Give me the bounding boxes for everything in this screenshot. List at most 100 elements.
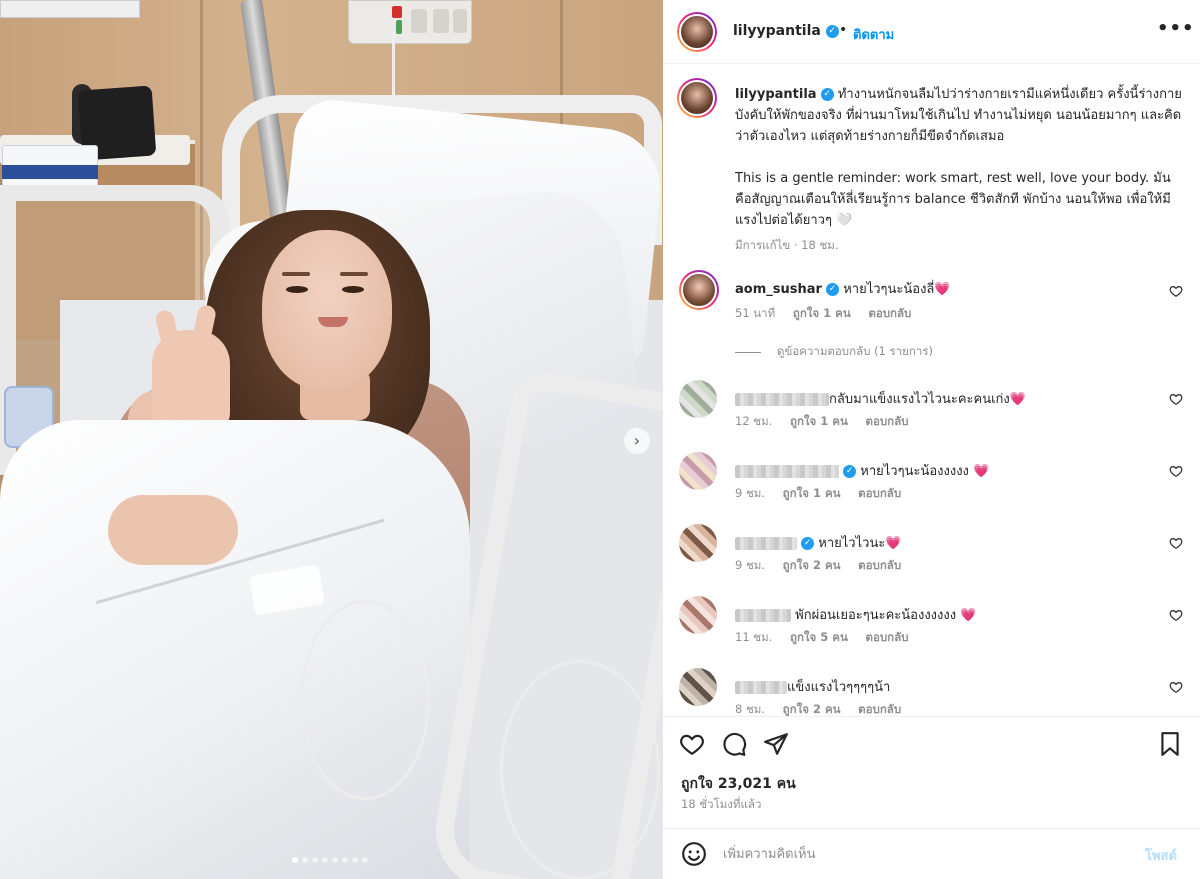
commenter-avatar[interactable] — [679, 524, 717, 562]
comment-likes[interactable]: ถูกใจ 1 คน — [793, 306, 851, 320]
emoji-smiley-icon[interactable] — [681, 841, 707, 867]
caption-avatar-ring[interactable] — [677, 78, 717, 118]
post-header: lilyypantila ✓ • ติดตาม ••• — [663, 0, 1200, 64]
blurred-username[interactable] — [735, 609, 791, 622]
carousel-dot[interactable] — [342, 857, 348, 863]
comment-body: กลับมาแข็งแรงไวไวนะคะคนเก่ง — [829, 392, 1010, 407]
commenter-avatar[interactable] — [679, 452, 717, 490]
carousel-dot[interactable] — [332, 857, 338, 863]
commenter-avatar-ring[interactable] — [679, 270, 719, 310]
outlet-red-indicator — [392, 6, 402, 18]
post-caption: lilyypantila ✓ ทำงานหนักจนลืมไปว่าร่างกา… — [735, 84, 1183, 256]
comment-body: แข็งแรงไวๆๆๆๆน้า — [787, 680, 891, 695]
like-comment-heart-icon[interactable] — [1169, 608, 1183, 622]
author-username[interactable]: lilyypantila ✓ — [733, 23, 839, 39]
face — [262, 230, 392, 390]
like-comment-heart-icon[interactable] — [1169, 284, 1183, 298]
commenter-username[interactable]: aom_sushar — [735, 282, 822, 297]
comment-meta: 9 ชม. ถูกใจ 1 คน ตอบกลับ — [735, 485, 915, 503]
author-avatar-ring[interactable] — [677, 12, 717, 52]
carousel-dot[interactable] — [322, 857, 328, 863]
blurred-username[interactable] — [735, 393, 829, 406]
comment-time[interactable]: 9 ชม. — [735, 558, 765, 572]
comment-time[interactable]: 12 ชม. — [735, 414, 772, 428]
medical-outlet-panel — [348, 0, 472, 44]
reply-button[interactable]: ตอบกลับ — [858, 486, 901, 500]
verified-badge-icon: ✓ — [801, 537, 815, 550]
post-actions: ถูกใจ 23,021 คน 18 ชั่วโมงที่แล้ว — [663, 716, 1200, 828]
comment-bubble-icon[interactable] — [721, 731, 747, 757]
comment-time[interactable]: 51 นาที — [735, 306, 775, 320]
reply-button[interactable]: ตอบกลับ — [866, 630, 909, 644]
post-time[interactable]: 18 ชั่วโมงที่แล้ว — [681, 796, 761, 814]
carousel-dot[interactable] — [312, 857, 318, 863]
like-heart-icon[interactable] — [679, 731, 705, 757]
caption-paragraph-2: This is a gentle reminder: work smart, r… — [735, 171, 1171, 228]
like-comment-heart-icon[interactable] — [1169, 680, 1183, 694]
caption-meta: มีการแก้ไข · 18 ชม. — [735, 238, 839, 252]
comment-likes[interactable]: ถูกใจ 2 คน — [783, 702, 841, 716]
author-username-text[interactable]: lilyypantila — [733, 23, 821, 39]
comment-likes[interactable]: ถูกใจ 5 คน — [790, 630, 848, 644]
likes-count[interactable]: ถูกใจ 23,021 คน — [681, 773, 796, 795]
carousel-dot[interactable] — [352, 857, 358, 863]
reply-button[interactable]: ตอบกลับ — [866, 414, 909, 428]
view-replies-line — [735, 351, 761, 353]
like-comment-heart-icon[interactable] — [1169, 464, 1183, 478]
view-replies-button[interactable]: ดูข้อความตอบกลับ (1 รายการ) — [735, 343, 933, 361]
commenter-avatar[interactable] — [679, 668, 717, 706]
commenter-avatar[interactable] — [679, 380, 717, 418]
heart-emoji: 💗 — [960, 608, 977, 623]
comment-body: หายไวๆนะน้องงงงง — [860, 464, 969, 479]
reply-button[interactable]: ตอบกลับ — [858, 702, 901, 716]
follow-button[interactable]: ติดตาม — [853, 24, 894, 45]
avatar — [679, 14, 715, 50]
comment-input[interactable] — [723, 843, 1123, 865]
comment-time[interactable]: 9 ชม. — [735, 486, 765, 500]
carousel-next-button[interactable]: › — [624, 428, 650, 454]
comment-body: หายไวไวนะ — [818, 536, 886, 551]
caption-username[interactable]: lilyypantila — [735, 87, 817, 102]
view-replies-label[interactable]: ดูข้อความตอบกลับ (1 รายการ) — [777, 343, 933, 361]
comment-likes[interactable]: ถูกใจ 1 คน — [783, 486, 841, 500]
eye — [342, 286, 364, 293]
heart-emoji: 💗 — [885, 536, 902, 551]
save-bookmark-icon[interactable] — [1157, 731, 1183, 757]
eyebrow — [340, 272, 368, 276]
verified-badge-icon: ✓ — [825, 24, 839, 38]
carousel-dots — [292, 857, 368, 863]
comment-meta: 51 นาที ถูกใจ 1 คน ตอบกลับ — [735, 305, 925, 323]
eyebrow — [282, 272, 310, 276]
comment-time[interactable]: 8 ชม. — [735, 702, 765, 716]
comment-likes[interactable]: ถูกใจ 2 คน — [783, 558, 841, 572]
blurred-username[interactable] — [735, 465, 839, 478]
post-photo[interactable]: › — [0, 0, 663, 879]
carousel-dot[interactable] — [292, 857, 298, 863]
share-paper-plane-icon[interactable] — [763, 731, 789, 757]
blurred-username[interactable] — [735, 681, 787, 694]
blurred-username[interactable] — [735, 537, 797, 550]
post-side-panel: lilyypantila ✓ • ติดตาม ••• lilyypantila… — [663, 0, 1200, 879]
heart-emoji: 💗 — [934, 282, 951, 297]
reply-button[interactable]: ตอบกลับ — [858, 558, 901, 572]
comment-time[interactable]: 11 ชม. — [735, 630, 772, 644]
comment-text: กลับมาแข็งแรงไวไวนะคะคนเก่ง💗 — [735, 388, 1026, 409]
verified-badge-icon: ✓ — [820, 88, 834, 101]
like-comment-heart-icon[interactable] — [1169, 392, 1183, 406]
like-comment-heart-icon[interactable] — [1169, 536, 1183, 550]
reply-button[interactable]: ตอบกลับ — [868, 306, 911, 320]
commenter-avatar[interactable] — [679, 596, 717, 634]
post-comment-button[interactable]: โพสต์ — [1145, 845, 1177, 866]
tissue-box-band — [2, 165, 98, 179]
light-switch — [0, 0, 140, 18]
comment-text: พักผ่อนเยอะๆนะคะน้องงงงงง 💗 — [735, 604, 976, 625]
avatar — [681, 272, 717, 308]
carousel-dot[interactable] — [302, 857, 308, 863]
comment-likes[interactable]: ถูกใจ 1 คน — [790, 414, 848, 428]
comment-meta: 11 ชม. ถูกใจ 5 คน ตอบกลับ — [735, 629, 923, 647]
add-comment-bar: โพสต์ — [663, 828, 1200, 879]
resting-hand — [108, 495, 238, 565]
more-options-icon[interactable]: ••• — [1157, 18, 1195, 39]
verified-badge-icon: ✓ — [843, 465, 857, 478]
carousel-dot[interactable] — [362, 857, 368, 863]
